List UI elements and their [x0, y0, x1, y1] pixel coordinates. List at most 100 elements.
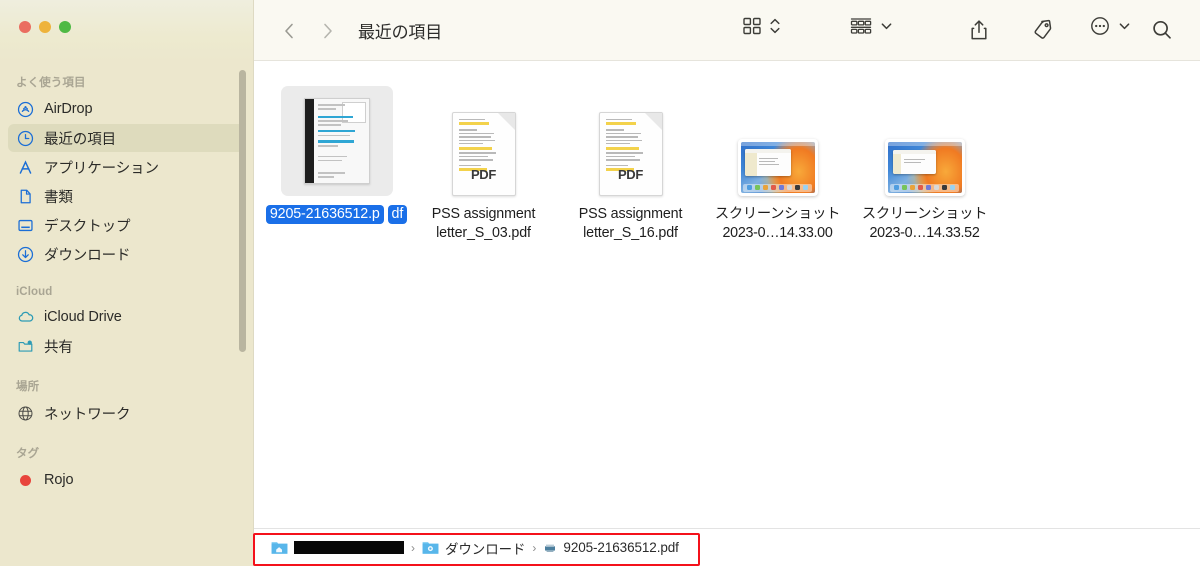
file-label-line: 2023-0…14.33.00 — [722, 225, 833, 241]
grid-icon[interactable] — [741, 15, 763, 42]
path-separator: › — [411, 540, 415, 555]
path-crumb-file[interactable]: 9205-21636512.pdf — [543, 540, 679, 555]
chevron-down-icon[interactable] — [1118, 15, 1131, 42]
screenshot-preview-icon — [737, 139, 818, 196]
sidebar-item-label: ダウンロード — [44, 247, 131, 264]
file-label-line: 9205-21636512.p — [265, 205, 384, 224]
sidebar-group-tags-title: タグ — [16, 448, 40, 460]
airdrop-icon — [16, 100, 35, 119]
file-thumbnail-pdf[interactable]: PDF — [575, 86, 687, 196]
sidebar-item-label: Rojo — [44, 472, 74, 488]
sidebar-item-label: デスクトップ — [44, 218, 131, 235]
sidebar-item-shared[interactable]: 共有 — [8, 332, 246, 360]
back-button[interactable] — [274, 16, 304, 46]
sidebar-item-label: iCloud Drive — [44, 309, 122, 325]
sidebar-item-label: AirDrop — [44, 101, 93, 117]
document-icon — [16, 187, 35, 206]
globe-icon — [16, 404, 35, 423]
minimize-button[interactable] — [39, 21, 51, 33]
file-thumbnail-pdf-preview[interactable] — [280, 86, 393, 196]
toolbar: 最近の項目 — [254, 0, 1200, 61]
pdf-badge-label: PDF — [617, 167, 644, 182]
finder-window: よく使う項目 AirDrop 最近の項目 アプリケーション 書類 デスクトップ … — [0, 0, 1200, 566]
file-item[interactable]: 9205-21636512.p df — [263, 84, 410, 243]
tag-button[interactable] — [1030, 15, 1054, 45]
applications-icon — [16, 158, 35, 177]
redacted-username — [294, 541, 404, 554]
sidebar-group-icloud-title: iCloud — [16, 286, 53, 298]
file-thumbnail-screenshot[interactable] — [722, 86, 834, 196]
sidebar-item-label: 最近の項目 — [44, 131, 116, 148]
close-button[interactable] — [19, 21, 31, 33]
pdf-document-icon: PDF — [451, 112, 516, 196]
file-item[interactable]: PDF PSS assignment letter_S_16.pdf — [557, 84, 704, 243]
file-item[interactable]: PDF PSS assignment letter_S_03.pdf — [410, 84, 557, 243]
group-rows-icon[interactable] — [849, 15, 873, 42]
path-separator: › — [532, 540, 537, 555]
sidebar-group-locations-title: 場所 — [16, 381, 40, 393]
file-label[interactable]: PSS assignment letter_S_16.pdf — [559, 205, 702, 243]
path-crumb-home[interactable] — [271, 540, 404, 555]
file-label-line: letter_S_03.pdf — [436, 225, 531, 241]
file-label-line: df — [387, 205, 408, 224]
file-label-line: スクリーンショット — [714, 206, 841, 222]
sidebar-item-documents[interactable]: 書類 — [8, 182, 246, 210]
sidebar-divider — [253, 0, 254, 566]
path-crumb-downloads[interactable]: ダウンロード — [422, 538, 526, 558]
search-button[interactable] — [1149, 15, 1175, 45]
sidebar: よく使う項目 AirDrop 最近の項目 アプリケーション 書類 デスクトップ … — [0, 0, 254, 566]
sidebar-group-favorites-title: よく使う項目 — [16, 77, 86, 89]
sidebar-scroll-area: よく使う項目 AirDrop 最近の項目 アプリケーション 書類 デスクトップ … — [0, 62, 254, 566]
file-label[interactable]: PSS assignment letter_S_03.pdf — [412, 205, 555, 243]
file-label-line: スクリーンショット — [861, 206, 988, 222]
sidebar-item-label: 書類 — [44, 189, 73, 206]
home-folder-icon — [271, 540, 288, 555]
pdf-document-icon: PDF — [598, 112, 663, 196]
file-grid: 9205-21636512.p df PDF PSS assignment le… — [254, 62, 1200, 528]
pdf-file-icon — [543, 541, 557, 555]
document-preview-icon — [303, 98, 370, 184]
sidebar-item-network[interactable]: ネットワーク — [8, 399, 246, 427]
desktop-icon — [16, 216, 35, 235]
file-label-line: 2023-0…14.33.52 — [869, 225, 980, 241]
chevron-updown-icon[interactable] — [769, 15, 781, 42]
file-thumbnail-screenshot[interactable] — [869, 86, 981, 196]
sidebar-scrollbar[interactable] — [239, 70, 246, 352]
file-label-line: letter_S_16.pdf — [583, 225, 678, 241]
path-bar: › ダウンロード › 9205-21636512.pdf — [254, 528, 1200, 566]
window-controls — [19, 21, 71, 33]
file-thumbnail-pdf[interactable]: PDF — [428, 86, 540, 196]
chevron-down-icon[interactable] — [880, 15, 893, 42]
sidebar-item-airdrop[interactable]: AirDrop — [8, 95, 246, 123]
ellipsis-circle-icon[interactable] — [1089, 15, 1111, 42]
sidebar-item-downloads[interactable]: ダウンロード — [8, 240, 246, 268]
path-crumb-label: ダウンロード — [445, 541, 526, 557]
file-item[interactable]: スクリーンショット 2023-0…14.33.00 — [704, 84, 851, 243]
main-area: 最近の項目 9205-21636512.p df PDF PSS assignm… — [254, 0, 1200, 566]
sidebar-item-tag-rojo[interactable]: Rojo — [8, 466, 246, 494]
download-icon — [16, 245, 35, 264]
view-mode-control[interactable] — [741, 15, 781, 42]
more-control[interactable] — [1089, 15, 1131, 42]
file-label-line: PSS assignment — [431, 206, 536, 222]
share-button[interactable] — [968, 15, 990, 45]
sidebar-item-label: ネットワーク — [44, 406, 131, 423]
file-label[interactable]: 9205-21636512.p df — [265, 205, 408, 224]
page-title: 最近の項目 — [358, 23, 442, 42]
file-label[interactable]: スクリーンショット 2023-0…14.33.52 — [853, 205, 996, 243]
sidebar-item-icloud-drive[interactable]: iCloud Drive — [8, 303, 246, 331]
tag-dot-red-icon — [16, 471, 35, 490]
downloads-folder-icon — [422, 540, 439, 555]
sidebar-item-recents[interactable]: 最近の項目 — [8, 124, 246, 152]
group-by-control[interactable] — [849, 15, 893, 42]
clock-icon — [16, 129, 35, 148]
file-label-line: PSS assignment — [578, 206, 683, 222]
file-label[interactable]: スクリーンショット 2023-0…14.33.00 — [706, 205, 849, 243]
sidebar-item-applications[interactable]: アプリケーション — [8, 153, 246, 181]
forward-button[interactable] — [312, 16, 342, 46]
sidebar-item-desktop[interactable]: デスクトップ — [8, 211, 246, 239]
zoom-button[interactable] — [59, 21, 71, 33]
shared-folder-icon — [16, 337, 35, 356]
screenshot-preview-icon — [884, 139, 965, 196]
file-item[interactable]: スクリーンショット 2023-0…14.33.52 — [851, 84, 998, 243]
